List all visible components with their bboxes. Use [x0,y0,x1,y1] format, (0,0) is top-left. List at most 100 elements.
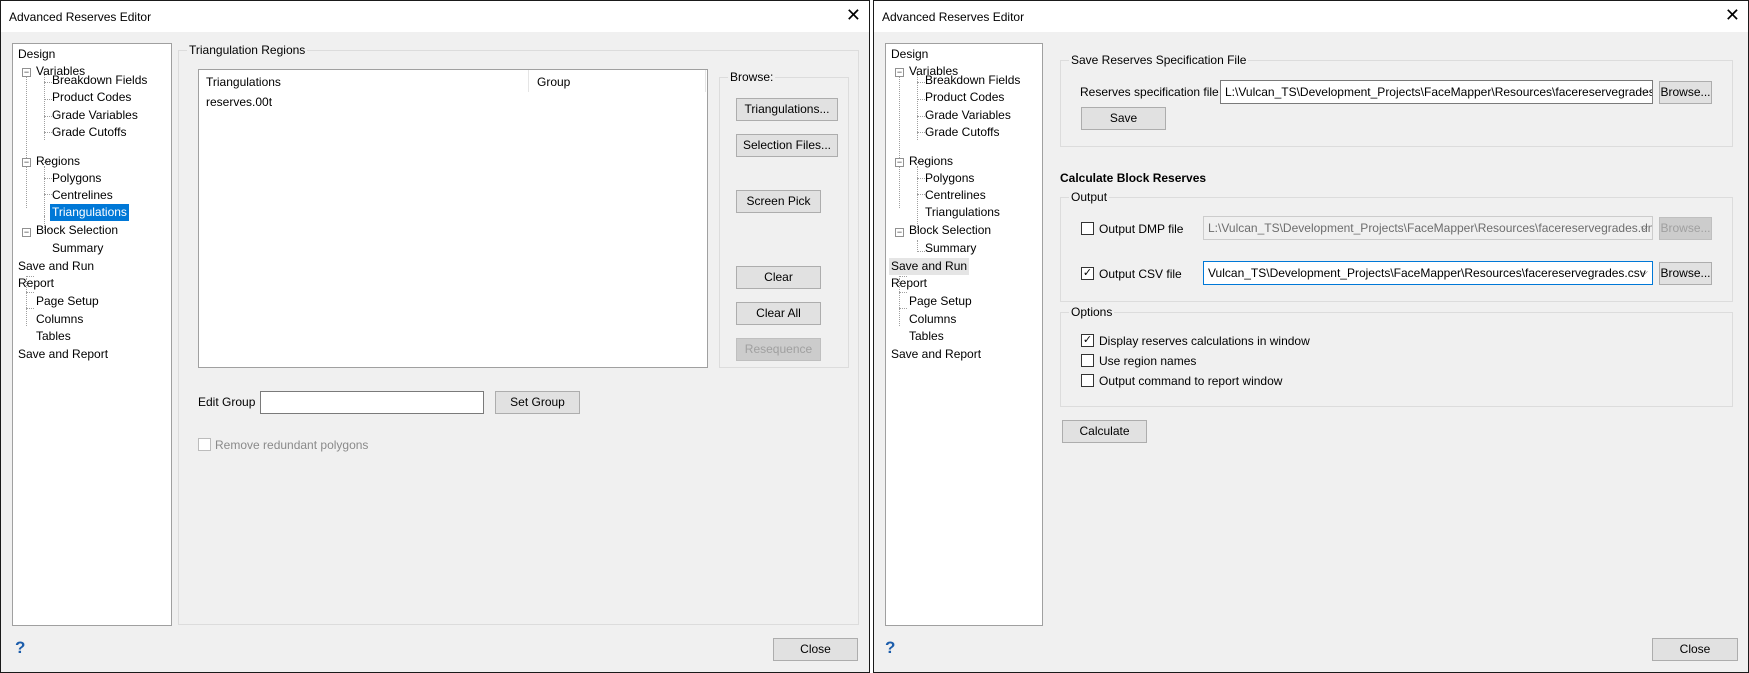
group-title: Triangulation Regions [187,43,308,57]
tree-item-tables[interactable]: Tables [907,328,946,345]
chevron-down-icon[interactable]: ⌵ [1640,81,1648,103]
group-title: Options [1069,305,1115,319]
chevron-down-icon: ⌵ [1640,222,1648,233]
save-button[interactable]: Save [1081,107,1166,130]
column-header-triangulations[interactable]: Triangulations [206,75,281,89]
tree-item-polygons[interactable]: Polygons [923,170,976,187]
remove-redundant-label: Remove redundant polygons [215,438,369,452]
group-title: Output [1069,190,1110,204]
help-icon[interactable]: ? [15,638,25,658]
close-icon[interactable]: ✕ [846,5,861,26]
set-group-button[interactable]: Set Group [495,391,580,414]
tree-item-breakdown-fields[interactable]: Breakdown Fields [50,72,149,89]
tree-item-page-setup[interactable]: Page Setup [34,293,101,310]
edit-group-label: Edit Group [198,395,256,409]
collapse-icon[interactable]: − [22,228,31,237]
csv-file-combo[interactable]: Vulcan_TS\Development_Projects\FaceMappe… [1203,261,1653,285]
csv-file-value[interactable]: Vulcan_TS\Development_Projects\FaceMappe… [1208,266,1646,280]
tree-item-grade-variables[interactable]: Grade Variables [923,107,1013,124]
collapse-icon[interactable]: − [895,228,904,237]
tree-item-grade-cutoffs[interactable]: Grade Cutoffs [50,124,128,141]
tree-item-save-and-report[interactable]: Save and Report [16,346,110,363]
use-region-names-checkbox[interactable] [1081,354,1094,367]
tree-item-grade-variables[interactable]: Grade Variables [50,107,140,124]
window-title: Advanced Reserves Editor [9,10,152,24]
triangulations-list[interactable]: Triangulations Group reserves.00t [198,69,708,368]
tree-item-centrelines[interactable]: Centrelines [923,187,988,204]
tree-item-triangulations[interactable]: Triangulations [923,204,1002,221]
tree-item-save-and-run[interactable]: Save and Run [16,258,96,275]
output-dmp-checkbox[interactable] [1081,222,1094,235]
title-bar: Advanced Reserves Editor ✕ [1,1,869,32]
display-calculations-label: Display reserves calculations in window [1099,334,1310,348]
tree-item-grade-cutoffs[interactable]: Grade Cutoffs [923,124,1001,141]
table-row[interactable]: reserves.00t [199,92,707,110]
title-bar: Advanced Reserves Editor ✕ [874,1,1748,32]
clear-all-button[interactable]: Clear All [736,302,821,325]
tree-item-regions[interactable]: Regions [907,153,955,170]
resequence-button: Resequence [736,338,821,361]
left-dialog: Advanced Reserves Editor ✕ Design − Vari… [0,0,870,673]
calculate-heading: Calculate Block Reserves [1060,171,1207,185]
tree-item-triangulations[interactable]: Triangulations [50,204,129,221]
tree-item-tables[interactable]: Tables [34,328,73,345]
navigation-tree[interactable]: Design − Variables Breakdown Fields Prod… [885,43,1043,626]
tree-item-save-and-run[interactable]: Save and Run [889,258,970,275]
tree-item-report[interactable]: Report [889,275,929,292]
collapse-icon[interactable]: − [22,68,31,77]
tree-item-breakdown-fields[interactable]: Breakdown Fields [923,72,1022,89]
output-csv-checkbox[interactable]: ✓ [1081,267,1094,280]
tree-item-product-codes[interactable]: Product Codes [923,89,1006,106]
column-header-group[interactable]: Group [537,75,570,89]
tree-item-polygons[interactable]: Polygons [50,170,103,187]
chevron-down-icon[interactable]: ⌵ [1640,262,1648,284]
tree-item-summary[interactable]: Summary [50,240,105,257]
output-csv-label: Output CSV file [1099,267,1182,281]
remove-redundant-checkbox [198,438,211,451]
edit-group-input[interactable] [260,391,484,414]
tree-item-regions[interactable]: Regions [34,153,82,170]
tree-item-design[interactable]: Design [889,46,930,63]
tree-item-block-selection[interactable]: Block Selection [34,222,120,239]
group-title: Save Reserves Specification File [1069,53,1249,67]
close-icon[interactable]: ✕ [1725,5,1740,26]
dmp-file-combo: L:\Vulcan_TS\Development_Projects\FaceMa… [1203,216,1653,240]
tree-item-columns[interactable]: Columns [34,311,85,328]
tree-item-block-selection[interactable]: Block Selection [907,222,993,239]
tree-item-save-and-report[interactable]: Save and Report [889,346,983,363]
clear-button[interactable]: Clear [736,266,821,289]
browse-title: Browse: [728,70,776,84]
triangulations-button[interactable]: Triangulations... [736,98,838,121]
tree-item-design[interactable]: Design [16,46,57,63]
spec-file-value: L:\Vulcan_TS\Development_Projects\FaceMa… [1225,85,1653,99]
screen-pick-button[interactable]: Screen Pick [736,190,821,213]
calculate-button[interactable]: Calculate [1062,420,1147,443]
output-command-label: Output command to report window [1099,374,1283,388]
csv-browse-button[interactable]: Browse... [1659,262,1712,285]
output-group: Output [1060,190,1733,302]
tree-item-summary[interactable]: Summary [923,240,978,257]
output-command-checkbox[interactable] [1081,374,1094,387]
tree-item-centrelines[interactable]: Centrelines [50,187,115,204]
help-icon[interactable]: ? [885,638,895,658]
collapse-icon[interactable]: − [895,68,904,77]
tree-item-product-codes[interactable]: Product Codes [50,89,133,106]
display-calculations-checkbox[interactable]: ✓ [1081,334,1094,347]
selection-files-button[interactable]: Selection Files... [736,134,838,157]
tree-item-report[interactable]: Report [16,275,56,292]
right-dialog: Advanced Reserves Editor ✕ Design − Vari… [873,0,1749,673]
spec-file-combo[interactable]: L:\Vulcan_TS\Development_Projects\FaceMa… [1220,80,1653,104]
tree-item-columns[interactable]: Columns [907,311,958,328]
use-region-names-label: Use region names [1099,354,1197,368]
collapse-icon[interactable]: − [895,158,904,167]
spec-file-label: Reserves specification file [1080,85,1219,99]
close-button[interactable]: Close [1652,638,1738,661]
spec-browse-button[interactable]: Browse... [1659,81,1712,104]
tree-item-page-setup[interactable]: Page Setup [907,293,974,310]
close-button[interactable]: Close [773,638,858,661]
navigation-tree[interactable]: Design − Variables Breakdown Fields Prod… [12,43,172,626]
output-dmp-label: Output DMP file [1099,222,1184,236]
collapse-icon[interactable]: − [22,158,31,167]
dmp-browse-button: Browse... [1659,217,1712,240]
triangulation-cell: reserves.00t [206,95,273,109]
